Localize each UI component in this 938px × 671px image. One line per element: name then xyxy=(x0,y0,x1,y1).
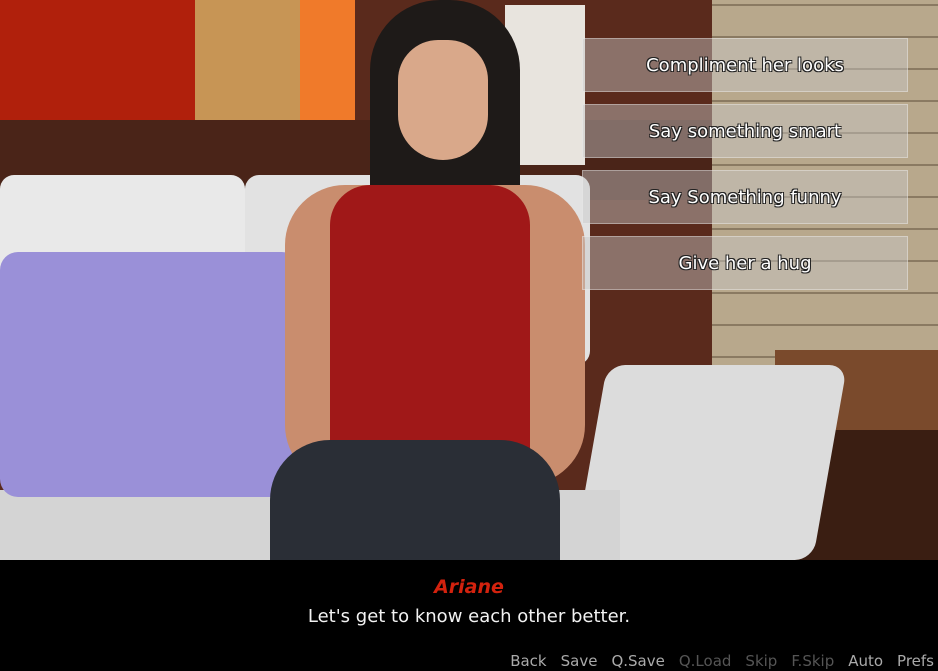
skip-button[interactable]: Skip xyxy=(745,652,777,670)
back-button[interactable]: Back xyxy=(510,652,546,670)
quick-save-button[interactable]: Q.Save xyxy=(611,652,664,670)
dialogue-text: Let's get to know each other better. xyxy=(307,606,631,627)
quick-load-button[interactable]: Q.Load xyxy=(679,652,732,670)
quick-menu: Back Save Q.Save Q.Load Skip F.Skip Auto… xyxy=(510,652,934,670)
auto-button[interactable]: Auto xyxy=(848,652,883,670)
character-face xyxy=(398,40,488,160)
door xyxy=(195,0,305,120)
speaker-name: Ariane xyxy=(434,576,504,598)
character-jeans xyxy=(270,440,560,560)
prefs-button[interactable]: Prefs xyxy=(897,652,934,670)
choice-say-funny[interactable]: Say Something funny xyxy=(582,170,908,224)
fast-skip-button[interactable]: F.Skip xyxy=(791,652,834,670)
purple-pillow xyxy=(0,252,300,497)
choice-compliment-looks[interactable]: Compliment her looks xyxy=(582,38,908,92)
choice-give-hug[interactable]: Give her a hug xyxy=(582,236,908,290)
save-button[interactable]: Save xyxy=(561,652,598,670)
orange-wall xyxy=(300,0,355,120)
choice-say-smart[interactable]: Say something smart xyxy=(582,104,908,158)
